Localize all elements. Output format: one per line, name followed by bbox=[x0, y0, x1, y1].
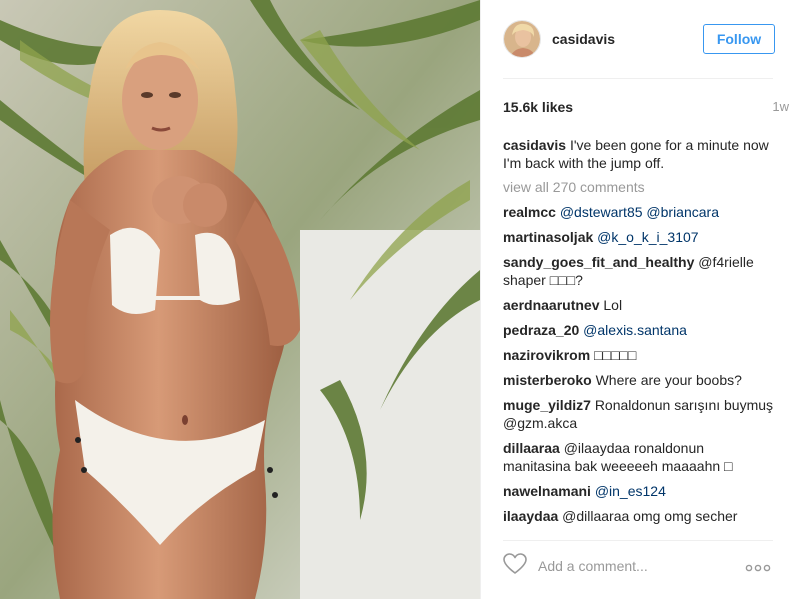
comment-text: Lol bbox=[603, 297, 623, 313]
comment-item: misterberoko Where are your boobs? bbox=[503, 371, 775, 389]
comment-item: ilaaydaa @dillaaraa omg omg secher bbox=[503, 507, 775, 525]
likes-count[interactable]: 15.6k likes bbox=[503, 99, 573, 115]
comment-item: aerdnaarutnev Lol bbox=[503, 296, 775, 314]
comment-item: realmcc @dstewart85 @briancara bbox=[503, 203, 775, 221]
comment-username[interactable]: realmcc bbox=[503, 204, 556, 220]
comment-text: @k_o_k_i_3107 bbox=[597, 229, 699, 245]
view-all-comments-link[interactable]: view all 270 comments bbox=[503, 178, 775, 196]
comment-text: □□□□□ bbox=[594, 347, 637, 363]
comment-item: nazirovikrom □□□□□ bbox=[503, 346, 775, 364]
comment-composer: Add a comment... bbox=[503, 552, 773, 580]
footer-divider bbox=[503, 540, 773, 541]
comment-text: @dstewart85 @briancara bbox=[559, 204, 719, 220]
ellipsis-icon[interactable] bbox=[745, 559, 771, 577]
comment-item: dillaaraa @ilaaydaa ronaldonun manitasin… bbox=[503, 439, 775, 475]
header-divider bbox=[503, 78, 773, 79]
post-photo-illustration bbox=[0, 0, 480, 599]
heart-outline-icon[interactable] bbox=[503, 552, 527, 580]
comment-username[interactable]: aerdnaarutnev bbox=[503, 297, 599, 313]
follow-button[interactable]: Follow bbox=[703, 24, 775, 54]
post-photo[interactable] bbox=[0, 0, 480, 599]
post-author-username[interactable]: casidavis bbox=[552, 31, 615, 47]
comment-username[interactable]: ilaaydaa bbox=[503, 508, 558, 524]
comment-username[interactable]: nawelnamani bbox=[503, 483, 591, 499]
comment-username[interactable]: nazirovikrom bbox=[503, 347, 590, 363]
avatar-image-icon bbox=[504, 21, 540, 57]
comment-text: @alexis.santana bbox=[583, 322, 687, 338]
comment-username[interactable]: sandy_goes_fit_and_healthy bbox=[503, 254, 694, 270]
post-age[interactable]: 1w bbox=[772, 99, 789, 114]
more-options-icon bbox=[745, 564, 771, 572]
post-header: casidavis Follow bbox=[503, 18, 775, 60]
comment-username[interactable]: misterberoko bbox=[503, 372, 592, 388]
comment-text: @in_es124 bbox=[594, 483, 666, 499]
comment-item: sandy_goes_fit_and_healthy @f4rielle sha… bbox=[503, 253, 775, 289]
post-caption: casidavis I've been gone for a minute no… bbox=[503, 136, 775, 172]
post-sidebar: casidavis Follow 15.6k likes 1w casidavi… bbox=[480, 0, 794, 599]
comment-item: nawelnamani @in_es124 bbox=[503, 482, 775, 500]
comment-item: muge_yildiz7 Ronaldonun sarışını buymuş … bbox=[503, 396, 775, 432]
caption-username[interactable]: casidavis bbox=[503, 137, 566, 153]
comments-list[interactable]: casidavis I've been gone for a minute no… bbox=[503, 136, 775, 528]
comment-username[interactable]: martinasoljak bbox=[503, 229, 593, 245]
like-heart-icon bbox=[503, 552, 527, 574]
avatar[interactable] bbox=[503, 20, 541, 58]
comment-username[interactable]: pedraza_20 bbox=[503, 322, 579, 338]
comment-username[interactable]: dillaaraa bbox=[503, 440, 560, 456]
comment-text: @dillaaraa omg omg secher bbox=[562, 508, 738, 524]
comment-text: Where are your boobs? bbox=[595, 372, 742, 388]
comment-username[interactable]: muge_yildiz7 bbox=[503, 397, 591, 413]
comment-item: martinasoljak @k_o_k_i_3107 bbox=[503, 228, 775, 246]
add-comment-input[interactable]: Add a comment... bbox=[538, 558, 648, 574]
comment-item: pedraza_20 @alexis.santana bbox=[503, 321, 775, 339]
